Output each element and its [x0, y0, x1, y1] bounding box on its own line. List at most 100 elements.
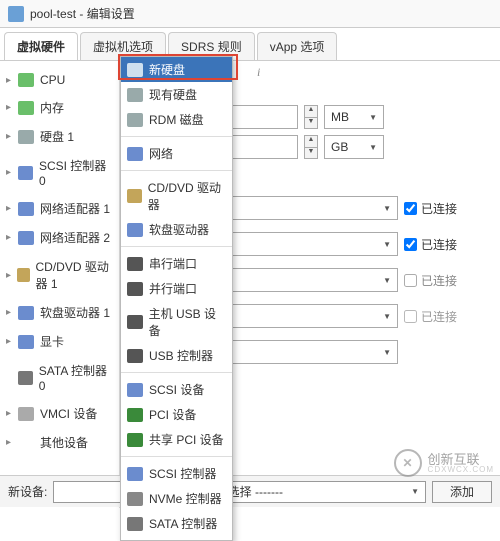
menu-floppy-drive[interactable]: 软盘驱动器 [121, 217, 232, 242]
chevron-right-icon: ▸ [6, 307, 14, 318]
cd-icon [17, 268, 30, 282]
stepper[interactable]: ▲▼ [304, 135, 318, 159]
menu-sata-controller[interactable]: SATA 控制器 [121, 511, 232, 536]
menu-usb-controller[interactable]: USB 控制器 [121, 343, 232, 368]
video-select[interactable]: ▼ [228, 340, 398, 364]
unit-label: MB [331, 110, 349, 124]
menu-network[interactable]: 网络 [121, 141, 232, 166]
footer-bar: 新设备: ------- 选择 ------- ▼ 添加 [0, 475, 500, 507]
checkbox-label: 已连接 [421, 200, 457, 217]
step-down-icon[interactable]: ▼ [305, 118, 317, 129]
tab-vapp-options[interactable]: vApp 选项 [257, 32, 338, 60]
menu-separator [121, 136, 232, 137]
memory-icon [18, 101, 34, 115]
menu-cddvd-drive[interactable]: CD/DVD 驱动器 [121, 175, 232, 217]
sidebar-item-other[interactable]: ▸其他设备 [0, 428, 119, 457]
chevron-down-icon: ▼ [369, 143, 377, 152]
sidebar-item-floppy1[interactable]: ▸软盘驱动器 1 [0, 298, 119, 327]
vmci-icon [18, 407, 34, 421]
menuitem-label: 网络 [149, 145, 173, 162]
floppy-icon [18, 306, 34, 320]
sata-icon [127, 517, 143, 531]
nvme-icon [127, 492, 143, 506]
sidebar-item-vmci[interactable]: ▸VMCI 设备 [0, 399, 119, 428]
scsi-icon [127, 383, 143, 397]
menuitem-label: 共享 PCI 设备 [149, 431, 224, 448]
floppy-connected-checkbox[interactable]: 已连接 [404, 308, 457, 325]
new-device-label: 新设备: [8, 483, 47, 500]
menu-existing-hard-disk[interactable]: 现有硬盘 [121, 82, 232, 107]
menu-new-hard-disk[interactable]: 新硬盘 [121, 57, 232, 82]
menuitem-label: SCSI 控制器 [149, 465, 216, 482]
sidebar-item-cpu[interactable]: ▸CPU [0, 67, 119, 93]
cddvd-connected-checkbox[interactable]: 已连接 [404, 272, 457, 289]
floppy-select[interactable]: ▼ [228, 304, 398, 328]
sidebar-item-scsi0[interactable]: ▸SCSI 控制器 0 [0, 151, 119, 194]
menu-pci-device[interactable]: PCI 设备 [121, 402, 232, 427]
menuitem-label: USB 控制器 [149, 347, 213, 364]
add-device-menu[interactable]: 新硬盘 现有硬盘 RDM 磁盘 网络 CD/DVD 驱动器 软盘驱动器 串行端口… [120, 56, 233, 541]
scsi-icon [127, 467, 143, 481]
watermark-text: 创新互联 CDXWCX.COM [428, 453, 494, 474]
cddvd-select[interactable]: ▼ [228, 268, 398, 292]
sidebar-item-disk1[interactable]: ▸ 硬盘 1 [0, 122, 119, 151]
info-icon[interactable]: i [257, 65, 260, 80]
chevron-right-icon: ▸ [6, 270, 13, 281]
new-device-select[interactable]: ------- 选择 ------- ▼ [53, 481, 426, 503]
disk-icon [127, 113, 143, 127]
sidebar-item-label: 硬盘 1 [40, 128, 74, 145]
chevron-right-icon: ▸ [6, 203, 14, 214]
nic1-network-select[interactable]: ▼ [228, 196, 398, 220]
chevron-right-icon: ▸ [6, 336, 14, 347]
video-icon [18, 335, 34, 349]
window-icon [8, 6, 24, 22]
step-down-icon[interactable]: ▼ [305, 148, 317, 159]
sata-icon [18, 371, 33, 385]
chevron-right-icon: ▸ [6, 131, 14, 142]
menu-rdm-disk[interactable]: RDM 磁盘 [121, 107, 232, 132]
sidebar-item-sata0[interactable]: ▸SATA 控制器 0 [0, 356, 119, 399]
chevron-down-icon: ▼ [383, 204, 391, 213]
other-icon [18, 436, 34, 450]
menu-separator [121, 170, 232, 171]
nic1-connected-checkbox[interactable]: 已连接 [404, 200, 457, 217]
menu-parallel-port[interactable]: 并行端口 [121, 276, 232, 301]
pci-icon [127, 408, 143, 422]
memory-size-field[interactable] [228, 105, 298, 129]
serial-icon [127, 257, 143, 271]
chevron-right-icon: ▸ [6, 232, 14, 243]
sidebar-item-label: 显卡 [40, 333, 64, 350]
unit-select-gb[interactable]: GB▼ [324, 135, 384, 159]
unit-select-mb[interactable]: MB▼ [324, 105, 384, 129]
menu-scsi-device[interactable]: SCSI 设备 [121, 377, 232, 402]
disk-size-field[interactable]: 2 [228, 135, 298, 159]
stepper[interactable]: ▲▼ [304, 105, 318, 129]
menu-scsi-controller[interactable]: SCSI 控制器 [121, 461, 232, 486]
usb-icon [127, 349, 143, 363]
add-button[interactable]: 添加 [432, 481, 492, 503]
sidebar-item-nic2[interactable]: ▸ 网络适配器 2 [0, 223, 119, 252]
sidebar-item-nic1[interactable]: ▸网络适配器 1 [0, 194, 119, 223]
window-title: pool-test - 编辑设置 [30, 5, 135, 22]
menu-nvme-controller[interactable]: NVMe 控制器 [121, 486, 232, 511]
usb-icon [127, 315, 143, 329]
nic-icon [18, 202, 34, 216]
menu-serial-port[interactable]: 串行端口 [121, 251, 232, 276]
menu-separator [121, 246, 232, 247]
tab-virtual-hardware[interactable]: 虚拟硬件 [4, 32, 78, 60]
scsi-icon [18, 166, 33, 180]
sidebar-item-label: 网络适配器 2 [40, 229, 110, 246]
disk-icon [127, 88, 143, 102]
sidebar-item-cddvd1[interactable]: ▸CD/DVD 驱动器 1 [0, 252, 119, 298]
menu-shared-pci-device[interactable]: 共享 PCI 设备 [121, 427, 232, 452]
chevron-right-icon: ▸ [6, 102, 14, 113]
disk-icon [18, 130, 34, 144]
sidebar-item-video[interactable]: ▸ 显卡 [0, 327, 119, 356]
menu-host-usb-device[interactable]: 主机 USB 设备 [121, 301, 232, 343]
step-up-icon[interactable]: ▲ [305, 136, 317, 148]
step-up-icon[interactable]: ▲ [305, 106, 317, 118]
floppy-icon [127, 223, 143, 237]
nic2-network-select[interactable]: ▼ [228, 232, 398, 256]
sidebar-item-memory[interactable]: ▸内存 [0, 93, 119, 122]
nic2-connected-checkbox[interactable]: 已连接 [404, 236, 457, 253]
